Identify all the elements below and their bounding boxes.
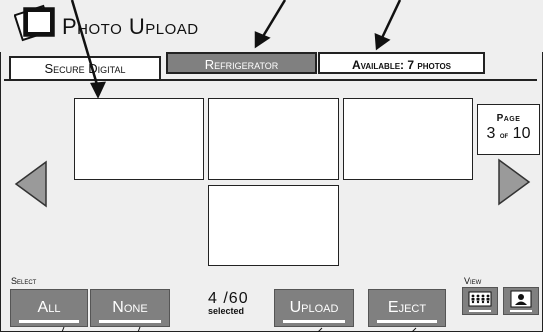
view-label: View bbox=[464, 276, 482, 286]
tab-secure-digital[interactable]: Secure Digital bbox=[9, 56, 161, 80]
previous-page-button[interactable] bbox=[14, 160, 48, 208]
total-pages: 10 bbox=[512, 125, 531, 142]
page-label: Page bbox=[496, 113, 521, 124]
left-triangle-icon bbox=[14, 160, 47, 208]
photo-thumbnail[interactable] bbox=[208, 185, 339, 266]
single-view-icon bbox=[510, 290, 532, 308]
photo-thumbnail[interactable] bbox=[343, 98, 473, 180]
title-bar: Photo Upload bbox=[0, 0, 543, 52]
select-all-button[interactable]: All bbox=[10, 289, 88, 327]
grid-view-icon bbox=[468, 291, 492, 307]
page-number: 3 of 10 bbox=[478, 125, 539, 143]
next-page-button[interactable] bbox=[497, 158, 531, 206]
available-photos-label: Available: 7 photos bbox=[318, 52, 485, 74]
photo-thumbnail[interactable] bbox=[208, 98, 339, 180]
photos-icon bbox=[14, 4, 55, 42]
tab-refrigerator[interactable]: Refrigerator bbox=[166, 52, 317, 74]
page-indicator: Page 3 of 10 bbox=[477, 104, 540, 155]
page-of-label: of bbox=[499, 130, 509, 140]
selection-count: 4 /60 selected bbox=[208, 290, 249, 316]
right-triangle-icon bbox=[498, 158, 531, 206]
select-none-button[interactable]: None bbox=[90, 289, 170, 327]
photo-thumbnail[interactable] bbox=[74, 98, 204, 180]
select-label: Select bbox=[11, 276, 37, 286]
single-view-button[interactable] bbox=[503, 287, 539, 315]
eject-button[interactable]: Eject bbox=[368, 289, 446, 327]
grid-view-button[interactable] bbox=[462, 287, 498, 315]
upload-button[interactable]: Upload bbox=[274, 289, 354, 327]
app-title: Photo Upload bbox=[62, 14, 199, 39]
current-page: 3 bbox=[486, 125, 496, 142]
selection-count-sub: selected bbox=[208, 306, 245, 316]
